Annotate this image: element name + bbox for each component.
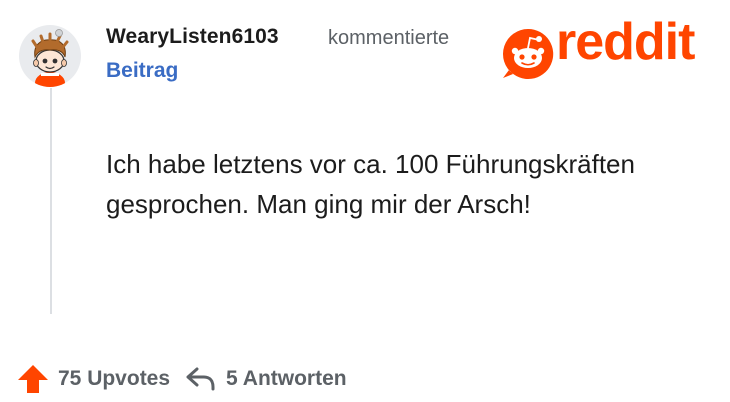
reddit-snoo-icon — [503, 28, 554, 79]
reply-arrow-icon — [186, 367, 215, 391]
post-link[interactable]: Beitrag — [106, 59, 178, 83]
username[interactable]: WearyListen6103 — [106, 25, 279, 49]
thread-line — [50, 88, 52, 314]
snoo-avatar-icon — [31, 29, 69, 87]
comment-action-label: kommentierte — [328, 27, 450, 49]
reply-button[interactable] — [170, 365, 218, 393]
avatar[interactable] — [19, 25, 81, 87]
upvote-count: 75 Upvotes — [58, 367, 171, 390]
upvote-button[interactable] — [16, 363, 50, 395]
reddit-logo-text: reddit — [556, 13, 695, 71]
comment-footer: 75 Upvotes 5 Antworten — [16, 362, 347, 396]
comment-text: Ich habe letztens vor ca. 100 Führungskr… — [106, 149, 635, 219]
reply-count: 5 Antworten — [226, 367, 347, 390]
reddit-logo — [503, 28, 554, 79]
upvote-arrow-icon — [18, 365, 48, 393]
